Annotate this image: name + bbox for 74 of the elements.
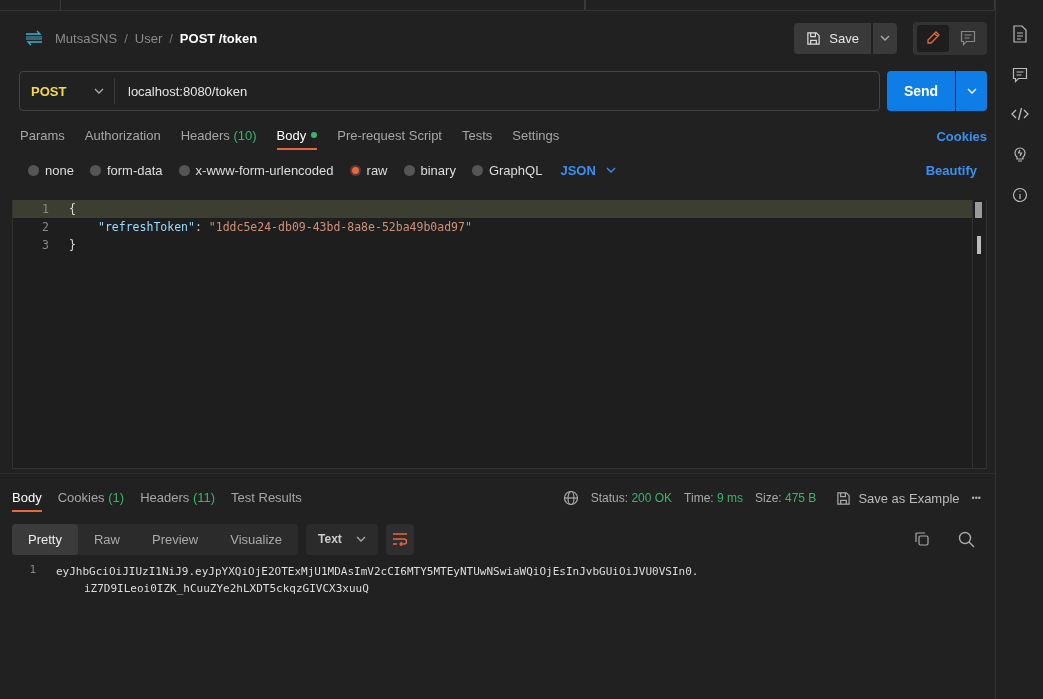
request-tab[interactable]: Settings — [512, 122, 560, 150]
save-icon — [806, 30, 822, 46]
line-number: 1 — [28, 563, 37, 578]
status-item: Status: 200 OK — [590, 491, 673, 505]
view-tab[interactable]: Preview — [136, 523, 215, 555]
request-tab[interactable]: Tests — [462, 122, 493, 150]
request-tab[interactable]: Params — [20, 122, 65, 150]
breadcrumb-separator: / — [124, 30, 128, 46]
response-tab[interactable]: Cookies (1) — [57, 484, 125, 512]
response-text: iZ7D9ILeoi0IZK_hCuuZYe2hLXDT5ckqzGIVCX3xuuQ — [83, 581, 370, 597]
radio-option[interactable]: binary — [403, 162, 456, 178]
breadcrumb-item[interactable]: User — [134, 30, 163, 46]
request-tab[interactable]: Pre-request Script — [337, 122, 442, 150]
lightbulb-icon[interactable] — [1011, 145, 1028, 163]
response-text: eyJhbGciOiJIUzI1NiJ9.eyJpYXQiOjE2OTExMjU1MDAsImV2cCI6MTY5MTEyNTUwNSwiaWQiOjEsInJvbGUiOiJVU0VSIn0. — [56, 564, 699, 580]
copy-icon[interactable] — [914, 531, 930, 547]
line-number: 3 — [41, 238, 50, 252]
radio-option[interactable]: raw — [349, 162, 388, 178]
caret-icon — [880, 35, 890, 41]
response-tab[interactable]: Headers (11) — [140, 484, 216, 512]
pencil-icon — [925, 30, 941, 46]
radio-option[interactable]: none — [28, 162, 74, 178]
view-tab[interactable]: Raw — [77, 523, 136, 555]
line-number: 2 — [41, 220, 50, 234]
method-dropdown[interactable]: POST — [20, 78, 115, 104]
search-icon[interactable] — [958, 530, 975, 548]
format-dropdown[interactable]: JSON — [560, 162, 616, 178]
wrap-lines-button[interactable] — [385, 523, 414, 555]
beautify-link[interactable]: Beautify — [925, 162, 977, 178]
caret-icon — [94, 88, 104, 94]
request-name: POST /token — [179, 30, 258, 46]
cookies-link[interactable]: Cookies — [936, 128, 987, 144]
save-as-example-button[interactable]: Save as Example — [836, 490, 960, 506]
save-button[interactable]: Save — [794, 22, 871, 54]
format-dropdown[interactable]: Text — [306, 523, 378, 555]
code-line: { — [69, 202, 76, 216]
radio-option[interactable]: form-data — [89, 162, 163, 178]
breadcrumb-item[interactable]: MutsaSNS — [55, 30, 118, 46]
radio-option[interactable]: x-www-form-urlencoded — [178, 162, 334, 178]
breadcrumb-separator: / — [169, 30, 173, 46]
caret-icon — [605, 167, 616, 173]
response-tab[interactable]: Body — [12, 484, 42, 512]
more-button[interactable]: ••• — [971, 493, 981, 503]
scrollbar-thumb[interactable] — [977, 236, 981, 254]
comment-icon — [960, 30, 976, 46]
document-icon[interactable] — [1011, 25, 1028, 43]
request-tab[interactable]: Body — [276, 122, 318, 150]
view-tab[interactable]: Visualize — [214, 523, 299, 555]
globe-icon[interactable] — [562, 490, 579, 506]
status-item: Time: 9 ms — [684, 491, 743, 505]
request-tab[interactable]: Headers (10) — [180, 122, 257, 150]
request-tab[interactable]: Authorization — [84, 122, 161, 150]
status-item: Size: 475 B — [755, 491, 817, 505]
code-editor[interactable]: 1 { 2 "refreshToken": "1ddc5e24-db09-43bd-8a8e-52ba49b0ad97" 3 } — [12, 200, 987, 469]
caret-icon — [966, 88, 977, 94]
response-tab[interactable]: Test Results — [231, 484, 302, 512]
url-field[interactable]: localhost:8080/token — [115, 83, 248, 99]
wrap-icon — [391, 532, 408, 546]
code-line: } — [69, 238, 76, 252]
scrollbar-thumb[interactable] — [975, 202, 982, 218]
radio-option[interactable]: GraphQL — [471, 162, 543, 178]
save-as-example-label: Save as Example — [858, 490, 960, 506]
caret-icon — [355, 536, 366, 542]
save-options-button[interactable] — [873, 22, 897, 54]
info-icon[interactable] — [1011, 187, 1028, 203]
view-tab[interactable]: Pretty — [12, 523, 78, 555]
code-line: "refreshToken": "1ddc5e24-db09-43bd-8a8e-52ba49b0ad97" — [97, 220, 472, 234]
save-icon — [836, 490, 852, 506]
request-icon — [24, 30, 44, 46]
send-button[interactable]: Send — [887, 71, 955, 111]
line-number: 1 — [41, 202, 50, 216]
code-icon[interactable] — [1010, 107, 1029, 121]
comment-icon[interactable] — [1011, 67, 1028, 83]
pencil-icon-button[interactable] — [917, 24, 949, 52]
